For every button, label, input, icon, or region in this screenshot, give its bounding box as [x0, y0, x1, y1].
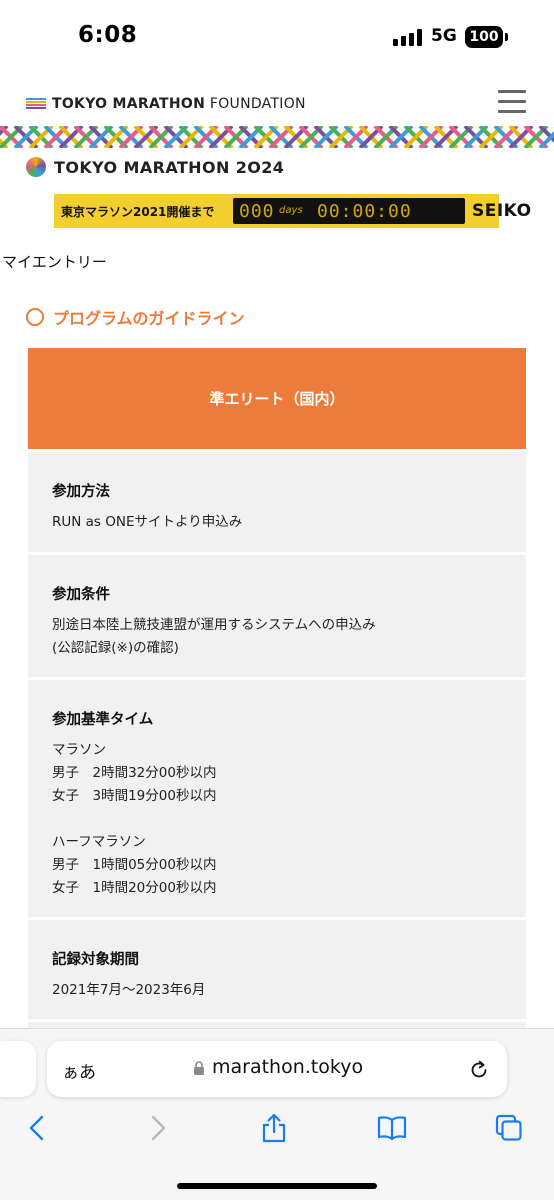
lock-icon: [194, 1061, 204, 1075]
share-icon[interactable]: [259, 1113, 289, 1143]
row-line: RUN as ONEサイトより申込み: [52, 514, 243, 530]
table-header: 準エリート（国内）: [28, 348, 526, 449]
back-icon[interactable]: [23, 1113, 53, 1143]
previous-tab-preview[interactable]: [0, 1041, 36, 1097]
hamburger-menu-icon[interactable]: [498, 90, 526, 114]
signal-icon: [393, 28, 423, 46]
status-time: 6:08: [78, 22, 138, 48]
reload-icon[interactable]: [468, 1058, 490, 1080]
forward-icon[interactable]: [142, 1113, 172, 1143]
event-logo[interactable]: TOKYO MARATHON 2O24: [26, 155, 284, 179]
row-line: 女子 1時間20分00秒以内: [52, 880, 217, 896]
url-text: marathon.tokyo: [212, 1056, 364, 1078]
status-bar: 6:08 5G 100: [0, 0, 554, 76]
foundation-name: TOKYO MARATHON FOUNDATION: [52, 96, 306, 112]
reader-options-button[interactable]: ぁあ: [62, 1058, 96, 1083]
circle-bullet-icon: [26, 308, 44, 326]
row-title: 参加条件: [52, 587, 110, 603]
row-line: 男子 2時間32分00秒以内: [52, 765, 217, 781]
decorative-pattern-band: [0, 126, 554, 148]
section-title: プログラムのガイドライン: [53, 309, 245, 328]
countdown-days-unit: days: [279, 205, 303, 216]
table-row: 参加方法 RUN as ONEサイトより申込み: [28, 449, 526, 552]
battery-icon: 100: [465, 26, 503, 48]
row-line: [52, 808, 526, 831]
row-line: ハーフマラソン: [52, 834, 146, 850]
seiko-logo: SEIKO: [472, 201, 532, 221]
row-line: 2021年7月～2023年6月: [52, 982, 206, 998]
row-title: 記録対象期間: [52, 952, 139, 968]
event-title: TOKYO MARATHON 2O24: [54, 157, 285, 177]
battery-tip: [505, 33, 508, 41]
browser-toolbar: ぁあ marathon.tokyo: [0, 1028, 554, 1200]
tabs-icon[interactable]: [494, 1113, 524, 1143]
row-line: (公認記録(※)の確認): [52, 640, 179, 656]
section-heading: プログラムのガイドライン: [26, 305, 245, 329]
table-row: 参加条件 別途日本陸上競技連盟が運用するシステムへの申込み (公認記録(※)の確…: [28, 552, 526, 677]
guideline-table: 準エリート（国内） 参加方法 RUN as ONEサイトより申込み 参加条件 別…: [28, 348, 526, 1049]
row-line: 女子 3時間19分00秒以内: [52, 788, 217, 804]
foundation-logo[interactable]: TOKYO MARATHON FOUNDATION: [26, 93, 306, 115]
table-row: 参加基準タイム マラソン 男子 2時間32分00秒以内 女子 3時間19分00秒…: [28, 677, 526, 917]
foundation-stripes-icon: [26, 98, 46, 110]
bookmarks-icon[interactable]: [376, 1113, 408, 1143]
marathon-emblem-icon: [26, 157, 46, 177]
row-title: 参加方法: [52, 484, 110, 500]
row-line: 男子 1時間05分00秒以内: [52, 857, 217, 873]
row-title: 参加基準タイム: [52, 712, 154, 728]
home-indicator: [177, 1183, 377, 1189]
table-header-label: 準エリート（国内）: [209, 390, 345, 408]
breadcrumb[interactable]: マイエントリー: [2, 251, 107, 272]
countdown-label: 東京マラソン2021開催まで: [61, 205, 215, 219]
countdown-display: 000 days 00:00:00: [233, 198, 465, 224]
row-line: 別途日本陸上競技連盟が運用するシステムへの申込み: [52, 617, 376, 633]
countdown-banner[interactable]: 東京マラソン2021開催まで 000 days 00:00:00 SEIKO: [54, 194, 531, 228]
row-line: マラソン: [52, 742, 106, 758]
countdown-time: 00:00:00: [317, 201, 412, 222]
countdown-days: 000: [239, 201, 275, 222]
address-bar[interactable]: ぁあ marathon.tokyo: [47, 1041, 507, 1097]
network-type: 5G: [431, 26, 457, 46]
table-row: 記録対象期間 2021年7月～2023年6月: [28, 917, 526, 1019]
